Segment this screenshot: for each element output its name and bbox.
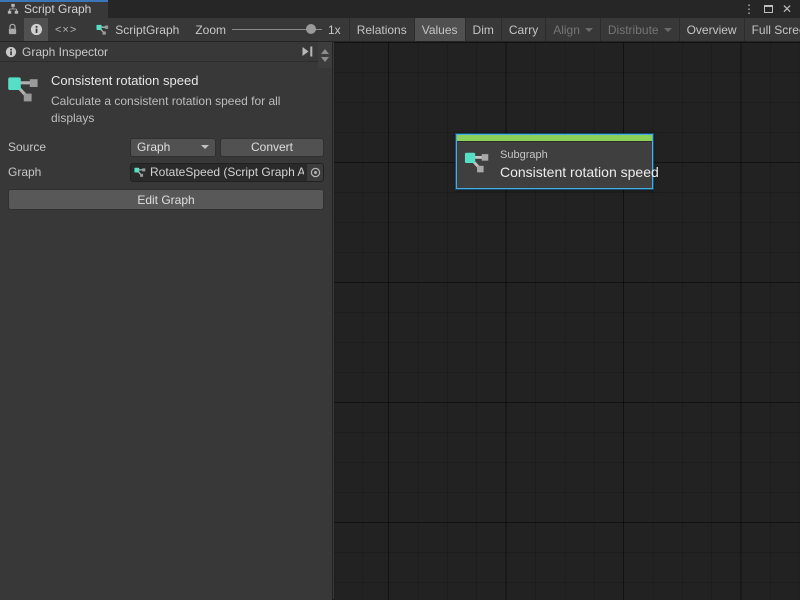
inspector-toggle-button[interactable] (24, 18, 48, 41)
subgraph-icon (464, 148, 492, 178)
zoom-control: Zoom 1x (189, 18, 346, 41)
lock-button[interactable] (0, 18, 24, 41)
breadcrumb[interactable]: ScriptGraph (84, 18, 189, 41)
code-view-button[interactable]: <×> (48, 18, 84, 41)
script-graph-icon (7, 3, 19, 15)
dock-side-button[interactable] (301, 46, 314, 57)
maximize-icon[interactable] (764, 5, 773, 13)
graph-node-header (457, 135, 652, 142)
object-picker-button[interactable] (307, 164, 323, 181)
tab-title: Script Graph (24, 2, 91, 16)
toolbar-button-overview[interactable]: Overview (679, 18, 744, 41)
move-up-icon[interactable] (321, 49, 329, 54)
subgraph-icon (7, 71, 43, 126)
node-title: Consistent rotation speed (51, 73, 309, 88)
breadcrumb-label: ScriptGraph (115, 23, 179, 37)
toolbar-button-values[interactable]: Values (414, 18, 465, 41)
zoom-value: 1x (328, 23, 341, 37)
source-label: Source (8, 140, 130, 154)
toolbar-button-dim[interactable]: Dim (465, 18, 501, 41)
graph-label: Graph (8, 165, 130, 179)
node-description: Calculate a consistent rotation speed fo… (51, 93, 309, 126)
graph-node-subgraph[interactable]: Subgraph Consistent rotation speed (456, 134, 653, 189)
source-dropdown[interactable]: Graph (130, 138, 216, 157)
panel-reorder-control (318, 42, 332, 68)
zoom-slider-handle[interactable] (306, 24, 316, 34)
tab-strip: Script Graph ⋮ ✕ (0, 0, 800, 18)
graph-object-field[interactable]: RotateSpeed (Script Graph A (130, 163, 324, 182)
chevron-down-icon (201, 145, 209, 149)
tab-script-graph[interactable]: Script Graph (0, 0, 108, 18)
graph-object-value: RotateSpeed (Script Graph A (150, 165, 304, 179)
info-icon (5, 46, 17, 58)
window-controls: ⋮ ✕ (743, 0, 800, 18)
panel-title: Graph Inspector (22, 45, 108, 59)
close-icon[interactable]: ✕ (782, 3, 792, 15)
toolbar-button-align: Align (545, 18, 600, 41)
window-menu-icon[interactable]: ⋮ (743, 3, 755, 15)
object-picker-icon (310, 167, 321, 178)
source-dropdown-value: Graph (137, 140, 170, 154)
graph-row: Graph RotateSpeed (Script Graph A (8, 162, 324, 182)
zoom-slider[interactable] (232, 29, 322, 30)
zoom-label: Zoom (195, 23, 226, 37)
move-down-icon[interactable] (321, 57, 329, 62)
toolbar-button-group: Relations Values Dim Carry Align Distrib… (349, 18, 800, 41)
graph-canvas[interactable]: Subgraph Consistent rotation speed (334, 42, 800, 600)
code-icon: <×> (55, 24, 77, 36)
node-title: Consistent rotation speed (500, 164, 659, 180)
graph-node-body: Subgraph Consistent rotation speed (457, 142, 652, 188)
chevron-down-icon (664, 28, 672, 32)
graph-inspector-panel: Graph Inspector Consistent rotati (0, 42, 333, 600)
node-info-section: Consistent rotation speed Calculate a co… (0, 62, 332, 132)
info-icon (30, 23, 43, 36)
toolbar-button-relations[interactable]: Relations (349, 18, 414, 41)
toolbar-button-fullscreen[interactable]: Full Screen (744, 18, 800, 41)
chevron-down-icon (585, 28, 593, 32)
subgraph-icon (96, 23, 110, 37)
toolbar-button-carry[interactable]: Carry (501, 18, 545, 41)
source-row: Source Graph Convert (8, 137, 324, 157)
toolbar-button-distribute: Distribute (600, 18, 679, 41)
edit-graph-button[interactable]: Edit Graph (8, 189, 324, 210)
lock-icon (7, 23, 18, 36)
graph-inspector-header: Graph Inspector (0, 42, 332, 62)
convert-button[interactable]: Convert (220, 138, 324, 157)
node-type-label: Subgraph (500, 149, 659, 161)
graph-toolbar: <×> ScriptGraph Zoom 1x Relations Values… (0, 18, 800, 42)
subgraph-icon (134, 166, 147, 179)
